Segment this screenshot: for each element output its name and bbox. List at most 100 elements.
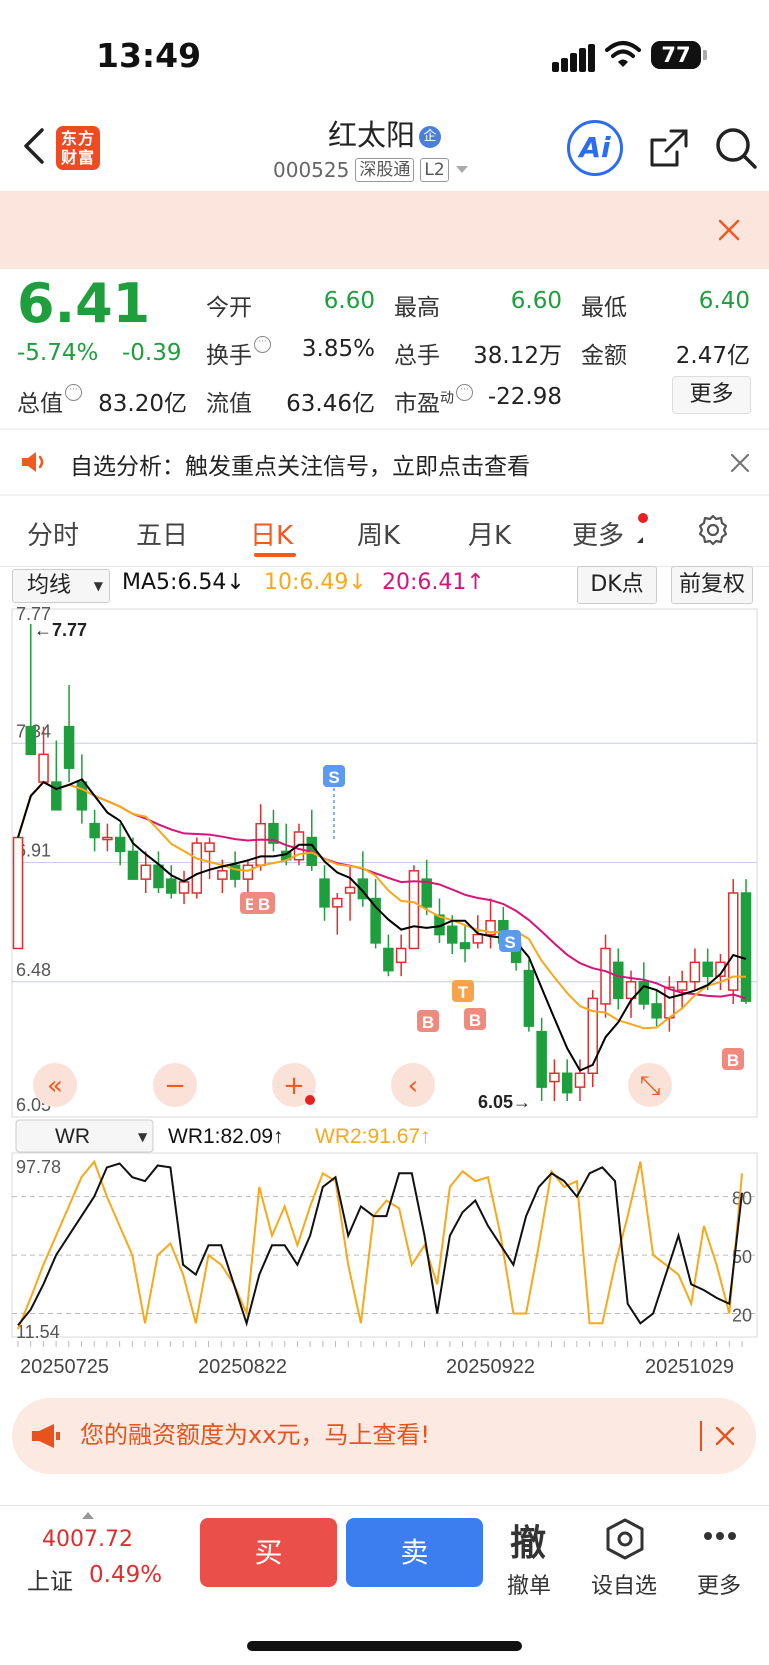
info-dots-icon[interactable]: ···: [254, 336, 271, 353]
candle-body: [740, 892, 752, 1002]
wr-frame: [11, 1152, 758, 1338]
promo-text[interactable]: 您的融资额度为xx元，马上查看!: [80, 1397, 430, 1473]
index-value[interactable]: 4007.72: [42, 1527, 133, 1552]
promo-divider: [700, 1421, 702, 1451]
candle-body: [114, 836, 126, 853]
buy-button[interactable]: 买: [200, 1518, 337, 1587]
close-notice-icon[interactable]: [730, 453, 750, 473]
wr-top-label: 97.78: [16, 1157, 61, 1177]
current-price: 6.41: [17, 272, 151, 335]
float-value: 63.46亿: [286, 391, 375, 417]
candle-body: [664, 986, 675, 1019]
candle-body: [12, 836, 24, 950]
cancel-order-label[interactable]: 撤单: [507, 1568, 551, 1600]
candle-body: [408, 870, 420, 950]
candle-body: [446, 925, 458, 944]
min-price-marker: 6.05→: [478, 1092, 531, 1112]
tab-five-day[interactable]: 五日: [136, 515, 188, 552]
pe-label-text: 市盈: [394, 391, 440, 417]
ma20-line: [17, 780, 747, 1000]
candle-body: [191, 842, 203, 894]
close-banner-icon[interactable]: [718, 219, 740, 241]
chart-control-icon: −: [164, 1071, 186, 1101]
select-arrow-icon: ▼: [93, 579, 103, 593]
promo-banner[interactable]: [0, 191, 769, 269]
tab-more[interactable]: 更多: [572, 515, 624, 552]
add-watchlist-icon[interactable]: [604, 1517, 646, 1561]
low-label: 最低: [581, 295, 627, 321]
max-price-marker: ←7.77: [34, 620, 87, 640]
pe-label[interactable]: 市盈动···: [394, 384, 473, 418]
active-tab-underline: [254, 553, 296, 557]
date-label: 20250822: [198, 1356, 287, 1378]
indicator-select[interactable]: 均线 ▼: [12, 569, 110, 603]
candle-body: [255, 822, 266, 867]
cancel-order-icon[interactable]: 撤: [510, 1514, 546, 1566]
candle-body: [536, 1030, 547, 1088]
close-promo-icon[interactable]: [715, 1426, 735, 1446]
enterprise-badge: 企: [419, 126, 441, 148]
candle-body: [600, 947, 611, 1005]
candle-body: [549, 1072, 560, 1083]
date-label: 20250922: [446, 1356, 535, 1378]
index-pct[interactable]: 0.49%: [89, 1562, 162, 1588]
corner-triangle-icon: [637, 537, 643, 543]
candle-body: [127, 850, 139, 880]
index-expand-icon[interactable]: [82, 1512, 94, 1519]
red-dot-badge: [638, 513, 648, 523]
speaker-icon: [22, 452, 44, 472]
kline-and-wr-charts[interactable]: 7.777.346.916.486.05←7.776.05→SBBBSTBB«−…: [0, 600, 769, 1400]
index-name[interactable]: 上证: [27, 1562, 73, 1596]
chart-control-icon: «: [47, 1071, 63, 1101]
tab-intraday[interactable]: 分时: [27, 515, 79, 552]
tab-daily-k[interactable]: 日K: [250, 515, 293, 552]
volume-value: 38.12万: [473, 343, 562, 369]
mcap-label-text: 总值: [17, 391, 63, 417]
settings-gear-icon[interactable]: [696, 513, 730, 547]
wr-level-label: 20: [732, 1306, 752, 1326]
share-icon[interactable]: [647, 126, 691, 170]
candle-body: [217, 870, 228, 880]
stock-subtitle[interactable]: 000525 深股通 L2: [273, 158, 469, 182]
candle-body: [25, 725, 37, 756]
candle-body: [638, 981, 650, 1005]
status-bar: 13:49 77: [0, 0, 769, 110]
more-quote-button[interactable]: 更多: [672, 376, 751, 414]
select-arrow-icon: ▼: [138, 1130, 148, 1144]
ai-assistant-button[interactable]: Ai: [567, 120, 623, 176]
ma20-label: 20:6.41↑: [382, 570, 485, 595]
mcap-label[interactable]: 总值···: [17, 384, 82, 418]
date-label: 20251029: [645, 1356, 734, 1378]
more-dots-icon[interactable]: [703, 1530, 737, 1542]
candle-body: [613, 961, 624, 1000]
candle-body: [332, 897, 343, 908]
sell-button[interactable]: 卖: [346, 1518, 483, 1587]
dropdown-triangle-icon: [455, 166, 468, 173]
dk-point-button[interactable]: DK点: [577, 566, 657, 604]
change-pct: -5.74%: [17, 340, 99, 366]
volume-label: 总手: [394, 343, 440, 369]
tab-weekly-k[interactable]: 周K: [357, 515, 400, 552]
stock-name: 红太阳: [327, 118, 415, 152]
level-tag: L2: [420, 158, 449, 182]
add-watchlist-label[interactable]: 设自选: [591, 1568, 657, 1600]
candle-body: [370, 897, 381, 944]
turnover-value: 3.85%: [301, 336, 375, 362]
notice-text[interactable]: 自选分析：触发重点关注信号，立即点击查看: [70, 447, 530, 481]
info-dots-icon[interactable]: ···: [65, 384, 82, 401]
candle-body: [459, 942, 471, 950]
adjust-button[interactable]: 前复权: [671, 566, 753, 604]
wr-select-label: WR: [55, 1125, 90, 1148]
turnover-label-text: 换手: [206, 343, 252, 369]
info-dots-icon[interactable]: ···: [456, 384, 473, 401]
ma10-line: [17, 780, 747, 1030]
tab-monthly-k[interactable]: 月K: [468, 515, 511, 552]
wr1-label: WR1:82.09↑: [168, 1125, 284, 1148]
turnover-label[interactable]: 换手···: [206, 336, 271, 370]
more-label[interactable]: 更多: [697, 1568, 741, 1600]
divider: [0, 428, 769, 430]
cellular-signal-icon: [552, 44, 596, 72]
candle-body: [689, 961, 701, 983]
candle-body: [383, 947, 394, 972]
search-icon[interactable]: [712, 124, 760, 172]
